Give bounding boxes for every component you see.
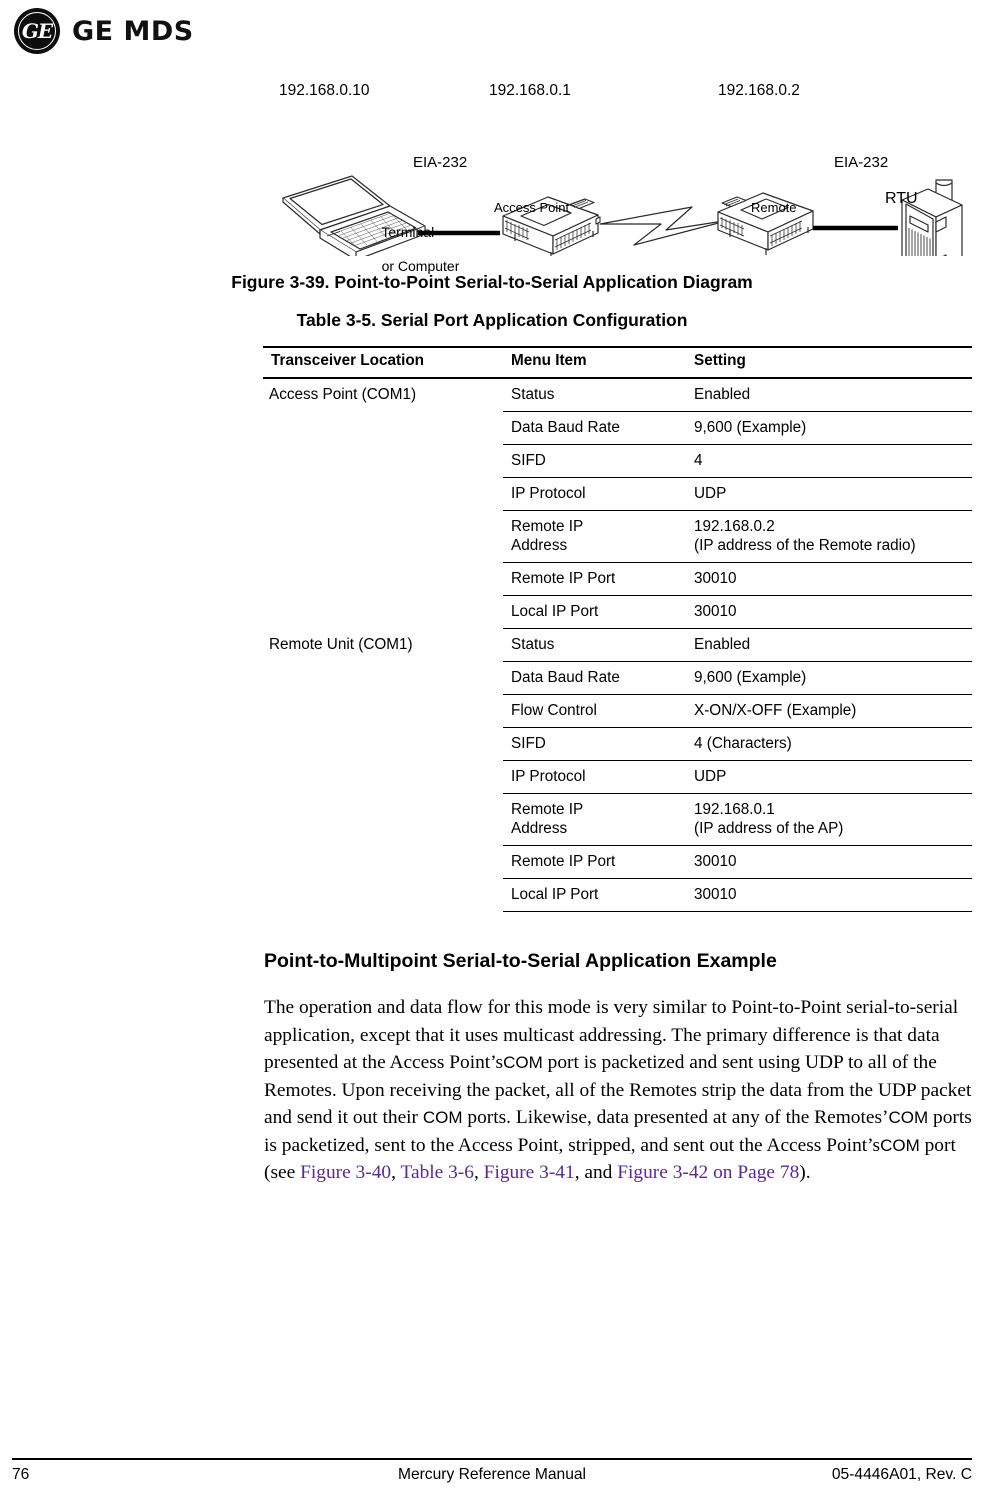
section-heading: Point-to-Multipoint Serial-to-Serial App… (264, 950, 777, 972)
device-label-remote: Remote (751, 200, 797, 215)
table-caption: Table 3-5. Serial Port Application Confi… (296, 310, 688, 330)
ip-label-remote: 192.168.0.2 (718, 82, 800, 99)
footer-page-number: 76 (12, 1466, 30, 1483)
cell-setting: 192.168.0.1 (IP address of the AP) (686, 793, 972, 846)
cell-menu-item: Data Baud Rate (503, 661, 686, 695)
cross-reference-figure-3-42[interactable]: Figure 3-42 on Page 78 (617, 1162, 799, 1183)
cell-setting: 4 (Characters) (686, 727, 972, 761)
eia-232-label-left: EIA-232 (413, 154, 468, 171)
paragraph-part-3: ports. Likewise, data presented at any o… (462, 1107, 883, 1128)
network-diagram: 192.168.0.10 192.168.0.1 192.168.0.2 EIA… (0, 76, 984, 274)
separator-3: , and (574, 1162, 618, 1183)
device-label-access-point: Access Point (494, 200, 570, 215)
cell-menu-item: Remote IP Address (503, 510, 686, 563)
table-row: Remote Unit (COM1) Status Enabled (263, 628, 972, 662)
cell-menu-item: SIFD (503, 727, 686, 761)
com-keyword-3: COM (888, 1108, 929, 1127)
cell-setting: 30010 (686, 878, 972, 912)
column-header-menu-item: Menu Item (511, 352, 587, 369)
cell-setting: 4 (686, 444, 972, 478)
cell-menu-item: Flow Control (503, 694, 686, 728)
apostrophe-s-1: ’s (490, 1052, 504, 1073)
cell-menu-item: Status (503, 378, 686, 412)
cell-menu-item: Local IP Port (503, 878, 686, 912)
cell-menu-item: IP Protocol (503, 477, 686, 511)
com-keyword-2: COM (422, 1108, 463, 1127)
cell-setting: 30010 (686, 595, 972, 629)
separator-2: , (473, 1162, 484, 1183)
table-body: Access Point (COM1) Status Enabled Data Bau… (263, 378, 972, 912)
brand-header: GE GE MDS (14, 8, 194, 54)
cell-menu-item: Data Baud Rate (503, 411, 686, 445)
cell-menu-item: SIFD (503, 444, 686, 478)
column-header-location: Transceiver Location (271, 352, 425, 369)
apostrophe-s-3: ’s (867, 1134, 881, 1156)
com-keyword-4: COM (880, 1135, 920, 1155)
cell-menu-item: Remote IP Port (503, 845, 686, 879)
page-footer: 76 Mercury Reference Manual 05-4446A01, … (12, 1458, 972, 1484)
cell-setting: X-ON/X-OFF (Example) (686, 694, 972, 728)
ge-monogram-letters: GE (21, 19, 53, 43)
footer-document-id: 05-4446A01, Rev. C (831, 1466, 972, 1483)
cell-transceiver-location: Access Point (COM1) (269, 386, 417, 403)
cell-setting: 9,600 (Example) (686, 661, 972, 695)
ip-label-access-point: 192.168.0.1 (489, 82, 571, 99)
paragraph-end: ). (799, 1162, 811, 1183)
cell-setting: 9,600 (Example) (686, 411, 972, 445)
cell-menu-item-line2: Address (511, 820, 568, 837)
ip-label-terminal: 192.168.0.10 (279, 82, 370, 99)
ge-logo-icon: GE (14, 8, 60, 54)
cell-setting: Enabled (686, 378, 972, 412)
cross-reference-figure-3-40[interactable]: Figure 3-40 (300, 1162, 391, 1183)
brand-wordmark: GE MDS (72, 15, 194, 47)
body-paragraph: The operation and data flow for this mod… (264, 994, 976, 1187)
cell-setting: 192.168.0.2 (IP address of the Remote rad… (686, 510, 972, 563)
figure-caption: Figure 3-39. Point-to-Point Serial-to-Se… (231, 272, 753, 292)
com-keyword-1: COM (503, 1053, 543, 1072)
cell-setting: 30010 (686, 845, 972, 879)
cell-menu-item: Local IP Port (503, 595, 686, 629)
cell-menu-item: IP Protocol (503, 760, 686, 794)
cell-setting: UDP (686, 760, 972, 794)
serial-port-configuration-table: Transceiver Location Menu Item Setting A… (263, 346, 972, 912)
cell-menu-item-line2: Address (511, 537, 568, 554)
cell-setting-line2: (IP address of the AP) (694, 820, 844, 837)
eia-232-label-right: EIA-232 (834, 154, 889, 171)
cell-setting: Enabled (686, 628, 972, 662)
cell-setting-line2: (IP address of the Remote radio) (694, 537, 916, 554)
column-header-setting: Setting (694, 352, 746, 369)
cross-reference-table-3-6[interactable]: Table 3-6 (400, 1162, 473, 1183)
cell-menu-item: Remote IP Port (503, 562, 686, 596)
cross-reference-figure-3-41[interactable]: Figure 3-41 (484, 1162, 575, 1183)
rf-link-icon (599, 206, 731, 246)
cell-menu-item: Status (503, 628, 686, 662)
device-label-terminal-line1: Terminal (381, 224, 435, 240)
table-header-row: Transceiver Location Menu Item Setting (263, 347, 972, 378)
cell-menu-item: Remote IP Address (503, 793, 686, 846)
cell-setting: 30010 (686, 562, 972, 596)
footer-document-title: Mercury Reference Manual (397, 1466, 587, 1483)
cell-transceiver-location: Remote Unit (COM1) (269, 635, 413, 653)
table-row: Access Point (COM1) Status Enabled (263, 378, 972, 412)
device-label-rtu: RTU (885, 190, 918, 207)
table-header: Transceiver Location Menu Item Setting (263, 347, 972, 378)
cell-setting: UDP (686, 477, 972, 511)
